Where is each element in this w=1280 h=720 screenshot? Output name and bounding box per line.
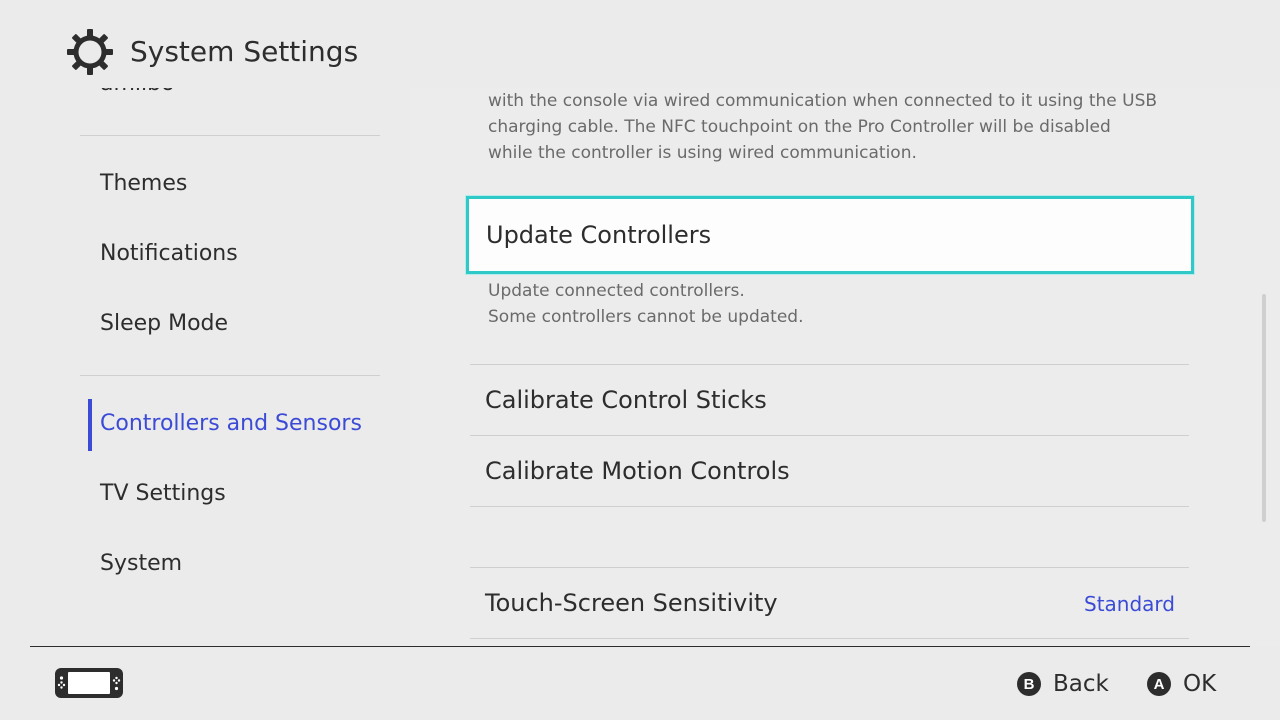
row-divider	[470, 638, 1189, 639]
touch-screen-sensitivity-button[interactable]: Touch-Screen Sensitivity Standard	[470, 568, 1189, 638]
ok-label: OK	[1183, 671, 1217, 697]
update-controllers-description: Update connected controllers. Some contr…	[488, 281, 804, 327]
back-label: Back	[1053, 671, 1109, 697]
sidebar: amiibo Themes Notifications Sleep Mode C…	[0, 88, 410, 646]
header: System Settings	[0, 0, 1280, 88]
update-controllers-button[interactable]: Update Controllers	[466, 196, 1194, 274]
sidebar-item-system[interactable]: System	[100, 548, 182, 580]
sidebar-item-controllers-and-sensors[interactable]: Controllers and Sensors	[100, 408, 362, 440]
calibrate-motion-controls-label: Calibrate Motion Controls	[485, 457, 790, 485]
handheld-console-icon	[55, 668, 123, 698]
ok-button[interactable]: A OK	[1147, 669, 1216, 699]
touch-screen-sensitivity-label: Touch-Screen Sensitivity	[485, 589, 778, 617]
sidebar-item-amiibo[interactable]: amiibo	[100, 88, 175, 100]
sidebar-item-themes[interactable]: Themes	[100, 168, 187, 200]
touch-screen-sensitivity-value: Standard	[1084, 592, 1175, 616]
b-button-icon: B	[1017, 672, 1041, 696]
sidebar-item-notifications[interactable]: Notifications	[100, 238, 238, 270]
sidebar-divider	[80, 375, 380, 376]
sidebar-item-tv-settings[interactable]: TV Settings	[100, 478, 226, 510]
calibrate-motion-controls-button[interactable]: Calibrate Motion Controls	[470, 436, 1189, 506]
gear-icon	[67, 29, 113, 75]
calibrate-control-sticks-label: Calibrate Control Sticks	[485, 386, 767, 414]
active-indicator	[88, 399, 92, 451]
footer: B Back A OK	[0, 647, 1280, 720]
page-title: System Settings	[130, 35, 359, 68]
settings-content: with the console via wired communication…	[410, 88, 1280, 646]
calibrate-control-sticks-button[interactable]: Calibrate Control Sticks	[470, 365, 1189, 435]
row-divider	[470, 506, 1189, 507]
sidebar-item-sleep-mode[interactable]: Sleep Mode	[100, 308, 228, 340]
back-button[interactable]: B Back	[1017, 669, 1109, 699]
pro-controller-description: with the console via wired communication…	[488, 91, 1158, 163]
sidebar-divider	[80, 135, 380, 136]
a-button-icon: A	[1147, 672, 1171, 696]
scrollbar[interactable]	[1262, 294, 1266, 522]
update-controllers-label: Update Controllers	[486, 221, 712, 249]
